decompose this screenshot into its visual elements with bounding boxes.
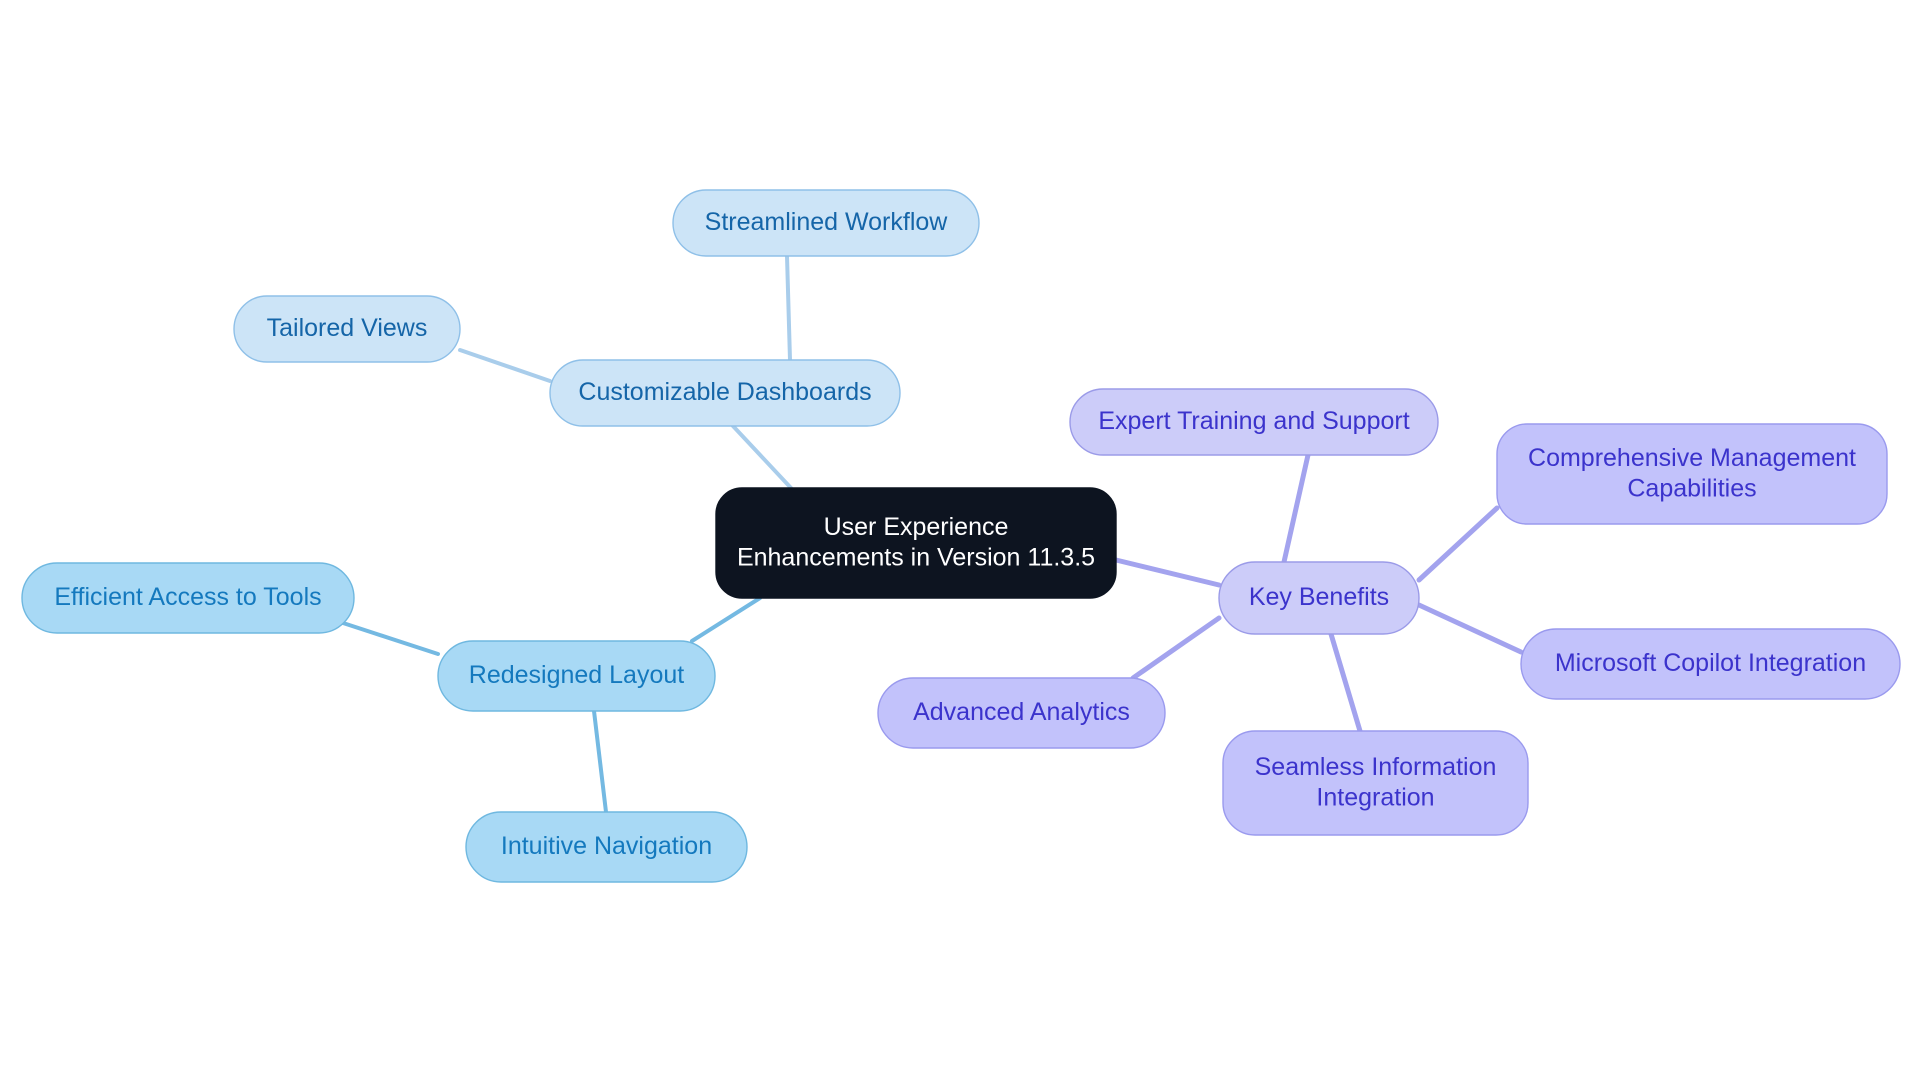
mindmap-canvas: Customizable Dashboards Streamlined Workf…	[0, 0, 1920, 1083]
mindmap-edge-redesigned-layout-to-efficient-access	[338, 620, 440, 656]
mindmap-edge-customizable-dashboards-to-streamlined-workflow	[785, 254, 792, 362]
mindmap-node-key-benefits[interactable]: Key Benefits	[1218, 561, 1420, 635]
node-label-line: Efficient Access to Tools	[54, 583, 321, 611]
node-label-line: Integration	[1316, 783, 1434, 811]
node-label-line: Capabilities	[1627, 474, 1756, 502]
mindmap-edge-redesigned-layout-to-intuitive-navigation	[592, 709, 608, 814]
node-label-intuitive-navigation: Intuitive Navigation	[501, 832, 712, 860]
node-label-line: Enhancements in Version 11.3.5	[737, 543, 1095, 571]
mindmap-node-advanced-analytics[interactable]: Advanced Analytics	[877, 677, 1166, 749]
node-label-line: Comprehensive Management	[1528, 443, 1856, 471]
mindmap-edge-key-benefits-to-seamless-information	[1328, 631, 1363, 734]
mindmap-node-seamless-information-integration[interactable]: Seamless Information Integration	[1222, 730, 1529, 836]
mindmap-node-customizable-dashboards[interactable]: Customizable Dashboards	[549, 359, 901, 427]
node-label-redesigned-layout: Redesigned Layout	[469, 661, 684, 689]
node-label-line: Expert Training and Support	[1098, 407, 1409, 435]
node-label-line: Advanced Analytics	[913, 698, 1130, 726]
node-label-streamlined-workflow: Streamlined Workflow	[705, 208, 949, 236]
mindmap-edge-root-to-redesigned-layout	[690, 596, 762, 643]
mindmap-edge-key-benefits-to-expert-training	[1281, 452, 1311, 565]
node-label-efficient-access-to-tools: Efficient Access to Tools	[54, 583, 321, 611]
node-label-advanced-analytics: Advanced Analytics	[913, 698, 1130, 726]
node-label-line: Customizable Dashboards	[578, 378, 871, 406]
mindmap-edge-root-to-customizable-dashboards	[731, 424, 793, 490]
mindmap-node-tailored-views[interactable]: Tailored Views	[233, 295, 461, 363]
mindmap-node-root[interactable]: User Experience Enhancements in Version 1…	[715, 487, 1117, 599]
mindmap-node-efficient-access-to-tools[interactable]: Efficient Access to Tools	[21, 562, 355, 634]
node-label-line: Streamlined Workflow	[705, 208, 949, 236]
mindmap-node-redesigned-layout[interactable]: Redesigned Layout	[437, 640, 716, 712]
node-label-line: User Experience	[824, 512, 1009, 540]
mindmap-node-microsoft-copilot-integration[interactable]: Microsoft Copilot Integration	[1520, 628, 1901, 700]
mindmap-edge-key-benefits-to-advanced-analytics	[1130, 615, 1222, 681]
mindmap-edge-key-benefits-to-comprehensive-management	[1416, 505, 1500, 583]
mindmap-edge-customizable-dashboards-to-tailored-views	[458, 348, 552, 383]
mindmap-node-streamlined-workflow[interactable]: Streamlined Workflow	[672, 189, 980, 257]
mindmap-edge-root-to-key-benefits	[1113, 557, 1222, 588]
mindmap-node-expert-training-and-support[interactable]: Expert Training and Support	[1069, 388, 1439, 456]
node-label-line: Tailored Views	[267, 314, 428, 342]
node-layer: Customizable Dashboards Streamlined Workf…	[21, 189, 1901, 883]
node-label-line: Microsoft Copilot Integration	[1555, 649, 1866, 677]
node-label-key-benefits: Key Benefits	[1249, 583, 1389, 611]
mindmap-edge-key-benefits-to-microsoft-copilot	[1416, 602, 1524, 655]
node-label-line: Intuitive Navigation	[501, 832, 712, 860]
mindmap-node-comprehensive-management-capabilities[interactable]: Comprehensive Management Capabilities	[1496, 423, 1888, 525]
node-label-customizable-dashboards: Customizable Dashboards	[578, 378, 871, 406]
mindmap-node-intuitive-navigation[interactable]: Intuitive Navigation	[465, 811, 748, 883]
node-label-line: Seamless Information	[1255, 752, 1497, 780]
node-label-microsoft-copilot-integration: Microsoft Copilot Integration	[1555, 649, 1866, 677]
node-label-line: Redesigned Layout	[469, 661, 684, 689]
node-label-tailored-views: Tailored Views	[267, 314, 428, 342]
node-label-expert-training-and-support: Expert Training and Support	[1098, 407, 1409, 435]
mindmap-svg: Customizable Dashboards Streamlined Workf…	[21, 189, 1901, 883]
node-label-line: Key Benefits	[1249, 583, 1389, 611]
